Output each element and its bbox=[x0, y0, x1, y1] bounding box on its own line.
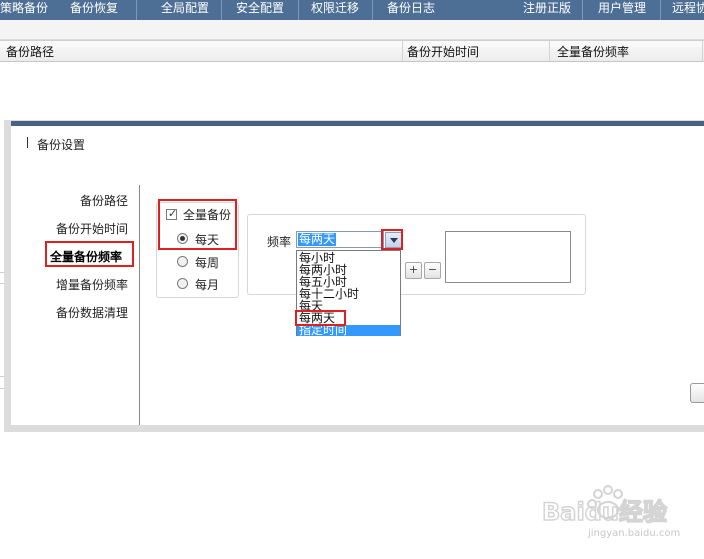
column-header-backup-path[interactable]: 备份路径 bbox=[6, 43, 54, 60]
nav-tab-global-config[interactable]: 全局配置 bbox=[161, 0, 209, 20]
nav-tab-register[interactable]: 注册正版 bbox=[523, 0, 571, 20]
column-separator bbox=[702, 41, 703, 62]
nav-separator bbox=[298, 0, 299, 20]
nav-separator bbox=[660, 0, 661, 20]
dropdown-option-highlighted[interactable]: 指定时间 bbox=[297, 324, 400, 336]
left-nav-incremental-frequency[interactable]: 增量备份频率 bbox=[56, 276, 128, 293]
radio-weekly[interactable] bbox=[177, 256, 188, 267]
svg-text:Baidu经验: Baidu经验 bbox=[542, 498, 667, 526]
dialog-title: 备份设置 bbox=[37, 138, 86, 152]
left-nav-start-time[interactable]: 备份开始时间 bbox=[56, 220, 128, 237]
annotation-box-left-nav bbox=[45, 241, 134, 267]
sub-toolbar bbox=[0, 20, 704, 40]
frequency-select-value: 每两天 bbox=[298, 232, 337, 246]
title-marker bbox=[27, 137, 28, 148]
nav-separator bbox=[582, 0, 583, 20]
nav-tab-user-management[interactable]: 用户管理 bbox=[598, 0, 646, 20]
column-separator bbox=[549, 41, 550, 62]
left-nav-backup-path[interactable]: 备份路径 bbox=[80, 192, 128, 209]
dialog-action-button[interactable] bbox=[690, 383, 704, 403]
nav-tab-remote[interactable]: 远程协 bbox=[672, 0, 704, 20]
column-header-full-frequency[interactable]: 全量备份频率 bbox=[557, 43, 629, 60]
table-header: 备份路径 备份开始时间 全量备份频率 bbox=[0, 40, 704, 62]
annotation-box-dropdown-button bbox=[381, 229, 403, 250]
watermark-url: jingyan.baidu.com bbox=[588, 528, 681, 539]
radio-monthly[interactable] bbox=[177, 278, 188, 289]
annotation-box-two-days bbox=[295, 310, 346, 326]
top-nav-bar: 策略备份 备份恢复 全局配置 安全配置 权限迁移 备份日志 注册正版 用户管理 … bbox=[0, 0, 704, 20]
nav-tab-backup-restore[interactable]: 备份恢复 bbox=[70, 0, 118, 20]
nav-separator bbox=[221, 0, 222, 20]
left-nav-data-cleanup[interactable]: 备份数据清理 bbox=[56, 304, 128, 321]
frequency-select[interactable]: 每两天 bbox=[296, 231, 384, 248]
add-button[interactable]: + bbox=[405, 262, 422, 279]
frequency-label: 频率 bbox=[267, 235, 292, 249]
nav-tab-backup-log[interactable]: 备份日志 bbox=[387, 0, 435, 20]
nav-separator bbox=[372, 0, 373, 20]
baidu-watermark-logo: Baidu经验 bbox=[541, 485, 668, 527]
nav-tab-policy-backup[interactable]: 策略备份 bbox=[0, 0, 48, 20]
nav-divider bbox=[139, 185, 140, 425]
remove-button[interactable]: − bbox=[424, 262, 441, 279]
nav-separator bbox=[136, 0, 137, 20]
nav-tab-security-config[interactable]: 安全配置 bbox=[236, 0, 284, 20]
annotation-box-full-backup bbox=[158, 199, 237, 250]
time-listbox[interactable] bbox=[445, 231, 571, 283]
radio-monthly-label: 每月 bbox=[195, 278, 220, 292]
radio-weekly-label: 每周 bbox=[195, 256, 220, 270]
column-separator bbox=[402, 41, 403, 62]
column-header-start-time[interactable]: 备份开始时间 bbox=[407, 43, 479, 60]
nav-tab-permission-migration[interactable]: 权限迁移 bbox=[311, 0, 359, 20]
